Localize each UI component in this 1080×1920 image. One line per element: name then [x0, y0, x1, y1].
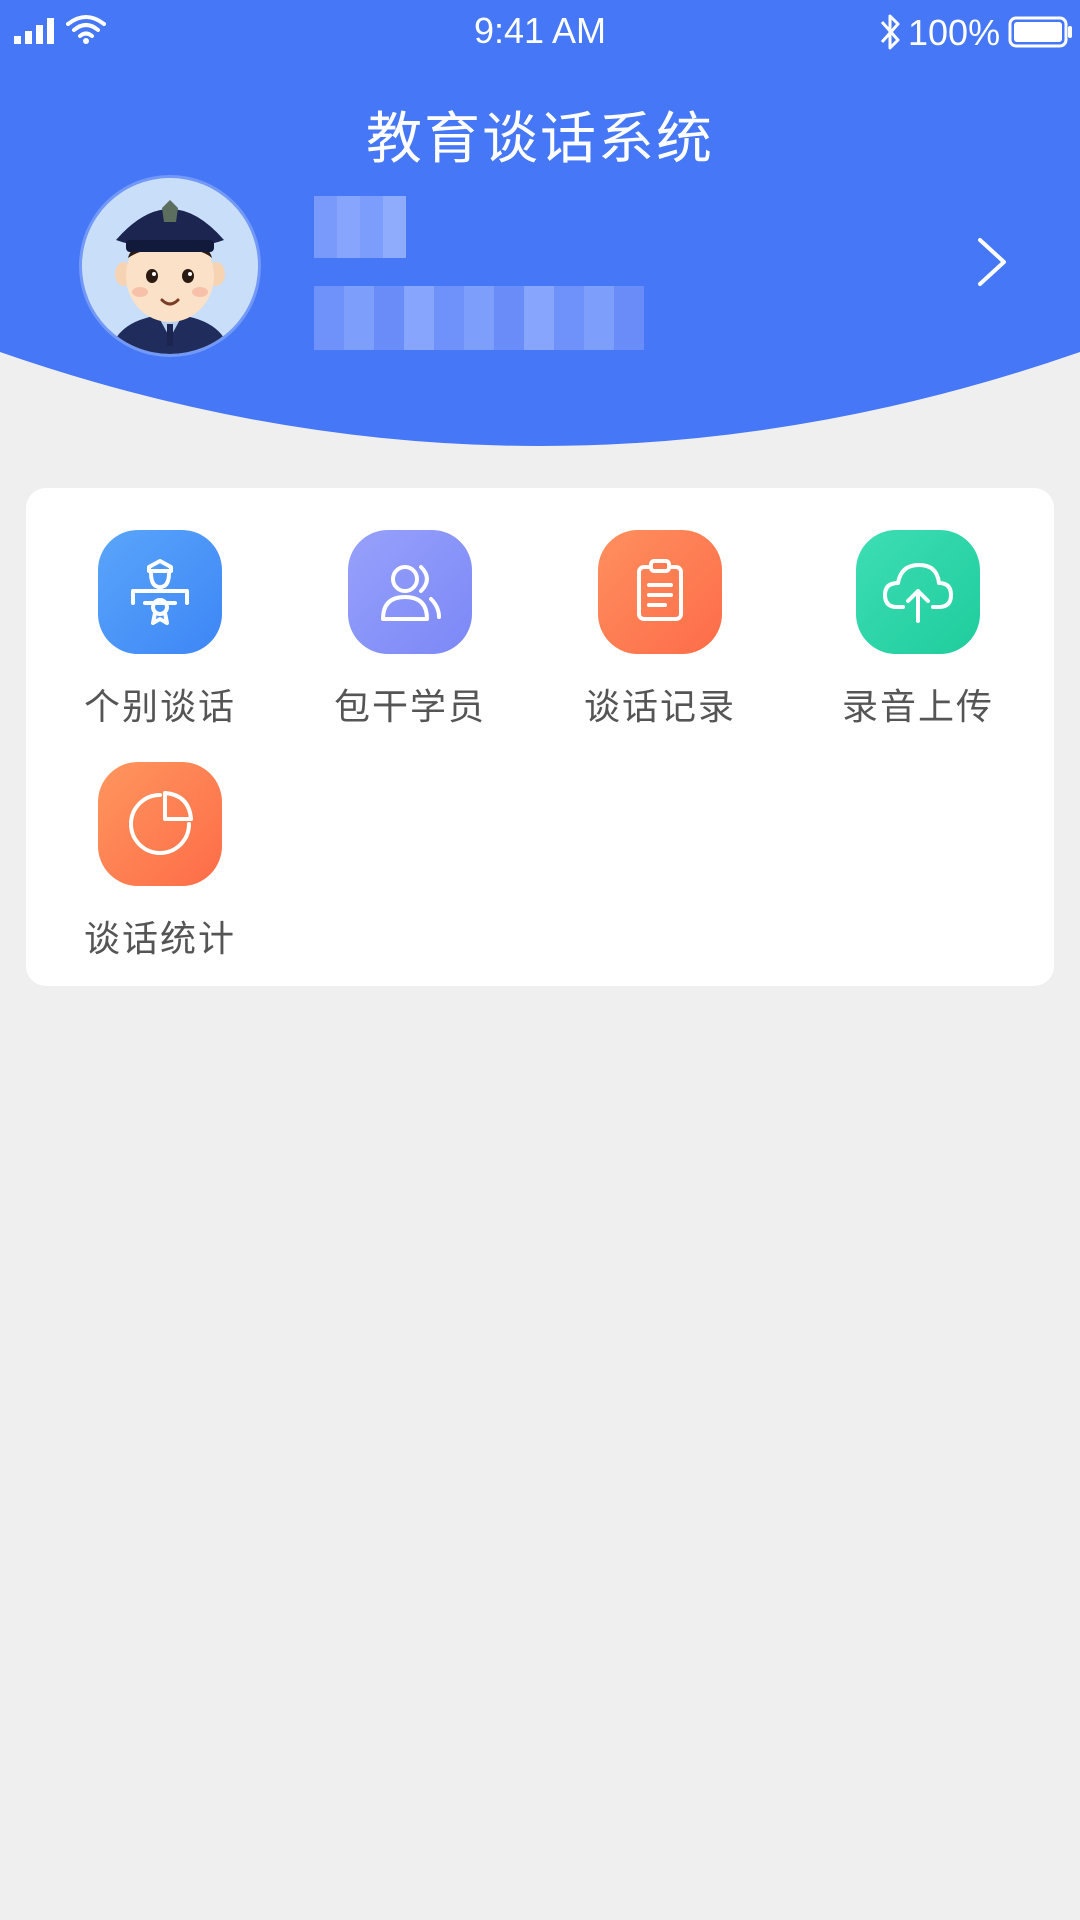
- menu-label: 谈话记录: [583, 687, 736, 728]
- users-icon: [381, 565, 441, 621]
- cloud-upload-icon: [883, 563, 953, 623]
- battery-percent: 100%: [908, 12, 1001, 53]
- profile-name: [314, 196, 406, 258]
- menu-label: 个别谈话: [83, 687, 236, 728]
- pie-chart-icon: [129, 791, 193, 855]
- chevron-right-icon[interactable]: [972, 232, 1012, 292]
- profile-subtitle: [314, 286, 644, 350]
- menu-label: 录音上传: [841, 687, 994, 728]
- bluetooth-icon: [880, 14, 900, 50]
- page-title: 教育谈话系统: [366, 107, 714, 172]
- clipboard-icon: [637, 559, 683, 621]
- menu-item-talk-records[interactable]: 谈话记录: [548, 530, 748, 730]
- menu-item-talk-statistics[interactable]: 谈话统计: [48, 762, 248, 962]
- person-badge-icon: [131, 559, 189, 625]
- status-bar: 9:41 AM 100%: [0, 0, 1080, 64]
- menu-item-recording-upload[interactable]: 录音上传: [806, 530, 1006, 730]
- menu-item-individual-talk[interactable]: 个别谈话: [48, 530, 248, 730]
- menu-label: 谈话统计: [83, 919, 236, 960]
- menu-item-assigned-students[interactable]: 包干学员: [298, 530, 498, 730]
- avatar[interactable]: [82, 178, 258, 354]
- police-avatar-icon: [82, 178, 258, 354]
- menu-label: 包干学员: [333, 687, 486, 728]
- menu-card: 个别谈话 包干学员 谈话记录 录音上传 谈话统计: [26, 488, 1054, 986]
- battery-icon: [1008, 16, 1072, 48]
